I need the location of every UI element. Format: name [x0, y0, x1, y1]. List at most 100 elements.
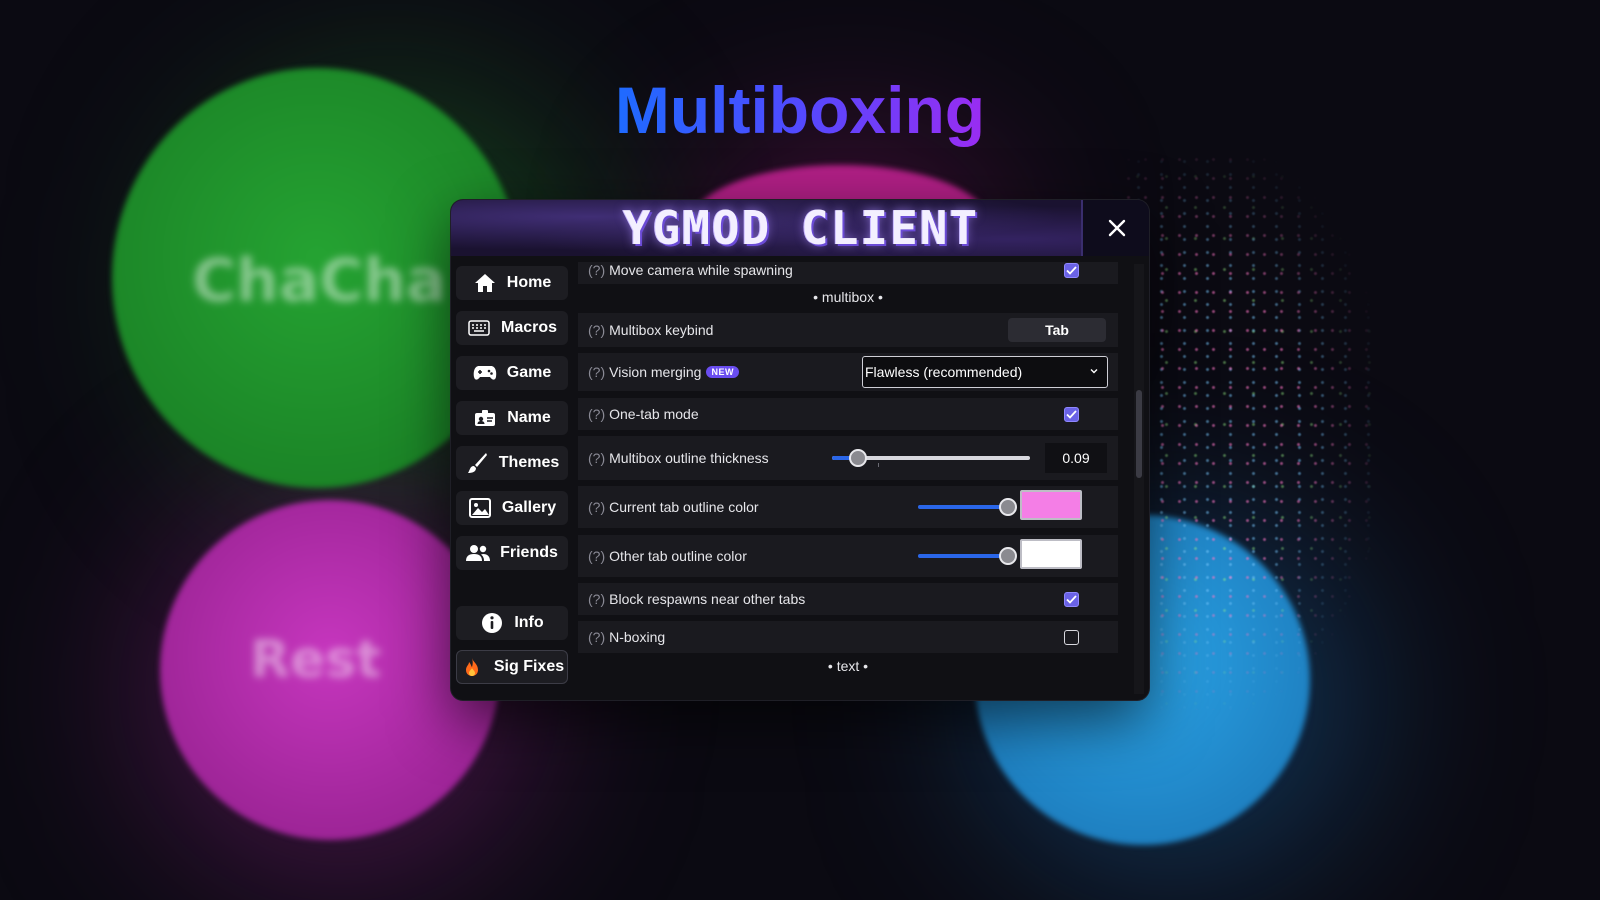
- sidebar-item-name[interactable]: Name: [456, 401, 568, 435]
- vision-merging-select[interactable]: Flawless (recommended): [862, 356, 1108, 388]
- setting-label: (?) Block respawns near other tabs: [588, 583, 805, 615]
- blob-name-chacha: ChaCha: [192, 246, 447, 316]
- sidebar-item-label: Macros: [500, 319, 558, 336]
- setting-label-text: Block respawns near other tabs: [609, 591, 806, 607]
- setting-label-text: Multibox outline thickness: [609, 450, 769, 466]
- check-icon: [1066, 595, 1077, 604]
- setting-row-current-tab-color: (?) Current tab outline color: [578, 486, 1118, 528]
- slider-fill: [918, 554, 1008, 558]
- sidebar-item-label: Gallery: [501, 499, 557, 516]
- settings-list: (?) Move camera while spawning • multibo…: [578, 262, 1129, 694]
- setting-label: (?) Multibox outline thickness: [588, 436, 769, 480]
- sidebar-item-label: Friends: [500, 544, 558, 561]
- brush-icon: [465, 452, 489, 474]
- setting-row-multibox-keybind: (?) Multibox keybind Tab: [578, 313, 1118, 347]
- scrollbar-track[interactable]: [1134, 264, 1144, 694]
- slider-fill: [918, 505, 1008, 509]
- close-button[interactable]: [1081, 200, 1149, 256]
- background-particles: [1120, 150, 1380, 710]
- id-card-icon: [473, 407, 497, 429]
- help-marker[interactable]: (?): [588, 262, 605, 278]
- check-icon: [1066, 266, 1077, 275]
- section-header-text: • text •: [827, 658, 869, 674]
- sidebar-item-label: Game: [506, 364, 552, 381]
- help-marker[interactable]: (?): [588, 322, 605, 338]
- sidebar-item-home[interactable]: Home: [456, 266, 568, 300]
- one-tab-mode-checkbox[interactable]: [1064, 407, 1079, 422]
- sidebar-item-macros[interactable]: Macros: [456, 311, 568, 345]
- sidebar-item-label: Home: [506, 274, 552, 291]
- check-icon: [1066, 410, 1077, 419]
- help-marker[interactable]: (?): [588, 548, 605, 564]
- sidebar-item-friends[interactable]: Friends: [456, 536, 568, 570]
- sidebar-item-label: Themes: [498, 454, 560, 471]
- chevron-down-icon: [1090, 369, 1098, 374]
- sidebar-item-label: Sig Fixes: [493, 658, 565, 675]
- sidebar-item-themes[interactable]: Themes: [456, 446, 568, 480]
- help-marker[interactable]: (?): [588, 629, 605, 645]
- keyboard-icon: [467, 317, 491, 339]
- background-blob-pink: Rest: [160, 500, 500, 840]
- window-banner: YGMOD CLIENT: [451, 200, 1149, 256]
- page-headline: Multiboxing: [0, 72, 1600, 148]
- sidebar-item-label: Info: [514, 614, 544, 631]
- help-marker[interactable]: (?): [588, 499, 605, 515]
- slider-tick: [878, 463, 879, 467]
- setting-row-other-tab-color: (?) Other tab outline color: [578, 535, 1118, 577]
- users-icon: [466, 542, 491, 564]
- info-icon: [480, 612, 504, 634]
- setting-row-vision-merging: (?) Vision merging NEW Flawless (recomme…: [578, 353, 1118, 391]
- window-title: YGMOD CLIENT: [622, 201, 980, 255]
- block-respawns-checkbox[interactable]: [1064, 592, 1079, 607]
- n-boxing-checkbox[interactable]: [1064, 630, 1079, 645]
- setting-label-text: Other tab outline color: [609, 548, 747, 564]
- section-header-multibox: • multibox •: [813, 289, 883, 305]
- setting-label-text: Current tab outline color: [609, 499, 759, 515]
- other-tab-opacity-slider[interactable]: [918, 554, 1008, 558]
- setting-label-text: One-tab mode: [609, 406, 699, 422]
- client-window: YGMOD CLIENT Home Macros Game Name Theme…: [451, 200, 1149, 700]
- help-marker[interactable]: (?): [588, 591, 605, 607]
- sidebar-item-gallery[interactable]: Gallery: [456, 491, 568, 525]
- move-camera-checkbox[interactable]: [1064, 263, 1079, 278]
- setting-label: (?) Move camera while spawning: [588, 262, 793, 284]
- multibox-keybind-button[interactable]: Tab: [1008, 318, 1106, 342]
- vision-merging-selected: Flawless (recommended): [865, 364, 1023, 380]
- setting-row-one-tab-mode: (?) One-tab mode: [578, 398, 1118, 430]
- close-icon: [1108, 219, 1126, 237]
- setting-label: (?) Multibox keybind: [588, 313, 713, 347]
- setting-label: (?) Vision merging NEW: [588, 353, 739, 391]
- setting-label-text: Vision merging: [609, 364, 702, 380]
- gamepad-icon: [473, 362, 497, 384]
- help-marker[interactable]: (?): [588, 364, 605, 380]
- blob-name-rest: Rest: [250, 630, 382, 690]
- setting-label-text: Move camera while spawning: [609, 262, 793, 278]
- image-icon: [468, 497, 492, 519]
- sidebar-item-sig-fixes[interactable]: Sig Fixes: [456, 650, 568, 684]
- current-tab-color-swatch[interactable]: [1020, 490, 1082, 520]
- setting-row-outline-thickness: (?) Multibox outline thickness 0.09: [578, 436, 1118, 480]
- other-tab-opacity-thumb[interactable]: [999, 547, 1017, 565]
- fire-icon: [460, 656, 484, 678]
- setting-row-block-respawns: (?) Block respawns near other tabs: [578, 583, 1118, 615]
- setting-label-text: Multibox keybind: [609, 322, 714, 338]
- other-tab-color-swatch[interactable]: [1020, 539, 1082, 569]
- new-badge: NEW: [706, 366, 739, 378]
- setting-label: (?) Other tab outline color: [588, 535, 747, 577]
- setting-label-text: N-boxing: [609, 629, 666, 645]
- current-tab-opacity-thumb[interactable]: [999, 498, 1017, 516]
- help-marker[interactable]: (?): [588, 450, 605, 466]
- scrollbar-thumb[interactable]: [1136, 390, 1142, 478]
- outline-thickness-value[interactable]: 0.09: [1045, 443, 1107, 473]
- outline-thickness-thumb[interactable]: [848, 449, 867, 467]
- setting-row-n-boxing: (?) N-boxing: [578, 621, 1118, 653]
- sidebar-item-label: Name: [507, 409, 551, 426]
- sidebar-item-game[interactable]: Game: [456, 356, 568, 390]
- setting-label: (?) One-tab mode: [588, 398, 699, 430]
- help-marker[interactable]: (?): [588, 406, 605, 422]
- headline-text: Multiboxing: [614, 73, 986, 147]
- setting-label: (?) N-boxing: [588, 621, 665, 653]
- setting-row-move-camera: (?) Move camera while spawning: [578, 262, 1118, 284]
- current-tab-opacity-slider[interactable]: [918, 505, 1008, 509]
- sidebar-item-info[interactable]: Info: [456, 606, 568, 640]
